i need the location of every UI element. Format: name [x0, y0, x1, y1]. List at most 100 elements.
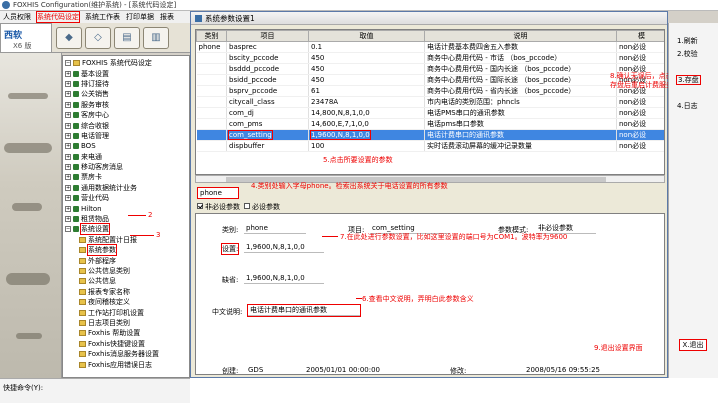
brand-name: 西软: [4, 31, 23, 41]
bell-icon[interactable]: ◇: [85, 26, 111, 49]
tree-item[interactable]: 夜间稽核定义: [65, 297, 187, 307]
menu-report[interactable]: 报表: [160, 12, 174, 22]
app-logo-icon: [2, 1, 10, 9]
tree-root[interactable]: − FOXHIS 系统代码设定: [65, 58, 187, 68]
tree-item[interactable]: + 排订接待: [65, 79, 187, 89]
col-category[interactable]: 类别: [196, 30, 227, 42]
menu-system-code[interactable]: 系统代码设定: [36, 11, 80, 23]
category-field[interactable]: phone: [244, 223, 306, 234]
table-row-selected[interactable]: com_setting 1,9600,N,8,1,0,0 电话计费串口的通讯参数 no…: [196, 129, 664, 141]
created-time: 2005/01/01 00:00:00: [306, 366, 381, 374]
tree-item-system-params[interactable]: 系统参数: [65, 244, 187, 257]
menu-user-rights[interactable]: 人员权限: [3, 12, 31, 22]
tree-item[interactable]: + 基本设置: [65, 68, 187, 78]
tree-item[interactable]: Foxhis 帮助设置: [65, 328, 187, 338]
table-row[interactable]: bsidd_pccode 450 商务中心费用代码 - 国际长途 （bos_pcco…: [196, 74, 664, 86]
annotation-7: 7.在此处进行参数设置，比如这里设置的端口号为COM1。波特率为9600: [340, 233, 568, 241]
tree-item[interactable]: + 公关销售: [65, 89, 187, 99]
node-icon: [73, 184, 79, 191]
log-button[interactable]: 4.日志: [677, 101, 698, 111]
annotation-arrow: [322, 236, 338, 237]
tree-item[interactable]: Foxhis应用错误日志: [65, 359, 187, 369]
menu-worksheet[interactable]: 系统工作表: [85, 12, 120, 22]
folder-icon: [79, 257, 86, 264]
col-mode[interactable]: 模: [616, 30, 664, 42]
node-icon: [73, 122, 79, 129]
table-row[interactable]: bsprv_pccode 61 商务中心费用代码 - 省内长途 （bos_pccod…: [196, 85, 664, 97]
annotation-arrow: [130, 235, 154, 236]
brand-version: X6 版: [13, 42, 32, 50]
annotation-4: 4.类别处输入字母phone。检索出系统关于电话设置的所有参数: [251, 182, 448, 190]
category-filter-input[interactable]: phone: [197, 187, 239, 199]
annotation-arrow: [128, 215, 146, 216]
table-row[interactable]: dispbuffer 100 实时话费滚动屏幕的缓冲记录数量 non必设: [196, 140, 664, 152]
code-tree: − FOXHIS 系统代码设定 + 基本设置 + 排订接待 + 公关销售 + 服务审核 +…: [62, 55, 190, 378]
brand-logo: 西软 X6 版: [0, 23, 52, 53]
col-item[interactable]: 项目: [226, 30, 309, 42]
tree-item[interactable]: + 客房中心: [65, 110, 187, 120]
tree-item[interactable]: + 移动客房消息: [65, 162, 187, 172]
modified-label: 修改:: [450, 367, 467, 375]
param-grid: 类别 项目 取值 说明 模 phone basprec 0.1 电话计费基本费四舍五入…: [195, 29, 665, 175]
tree-item[interactable]: + 租赁物品: [65, 214, 187, 224]
cn-desc-field[interactable]: 电话计费串口的通讯参数: [247, 304, 361, 317]
bottom-area: [190, 378, 718, 403]
tree-item[interactable]: + 来电通: [65, 152, 187, 162]
table-row[interactable]: com_dj 14,800,N,8,1,0,0 电话PMS串口的通讯参数 non必设: [196, 107, 664, 119]
folder-icon: [79, 351, 86, 358]
default-field: 1,9600,N,8,1,0,0: [244, 273, 324, 284]
command-bar: 快捷命令(Y):: [0, 378, 190, 403]
col-desc[interactable]: 说明: [424, 30, 617, 42]
exit-button[interactable]: X.退出: [679, 339, 707, 351]
menu-print[interactable]: 打印单据: [126, 12, 154, 22]
node-icon: [73, 101, 79, 108]
annotation-2: 2: [148, 211, 153, 219]
cn-desc-label: 中文说明:: [212, 308, 243, 316]
folder-icon: [79, 330, 86, 337]
tree-item[interactable]: 公共信息类别: [65, 266, 187, 276]
tree-item[interactable]: Foxhis快捷键设置: [65, 339, 187, 349]
table-row[interactable]: citycall_class 23478A 市内电话的类别范围：phncls non必…: [196, 96, 664, 108]
table-row[interactable]: phone basprec 0.1 电话计费基本费四舍五入参数 non必设: [196, 41, 664, 53]
tree-item[interactable]: + 综合收银: [65, 120, 187, 130]
category-label: 类别:: [222, 226, 239, 234]
refresh-button[interactable]: 1.刷新: [677, 36, 698, 46]
table-row[interactable]: com_pms 14,600,E,7,1,0,0 电话pms串口参数 non必设: [196, 118, 664, 130]
tree-item[interactable]: 日志项目类别: [65, 318, 187, 328]
tree-item[interactable]: + 营业代码: [65, 193, 187, 203]
created-by: GDS: [248, 366, 264, 374]
tree-item[interactable]: + 通用数据统计业务: [65, 183, 187, 193]
tree-item[interactable]: + 服务审核: [65, 100, 187, 110]
check-button[interactable]: 2.校验: [677, 49, 698, 59]
table-row[interactable]: bscity_pccode 450 商务中心费用代码 - 市话 （bos_pccod…: [196, 52, 664, 64]
app-menubar: 人员权限 系统代码设定 系统工作表 打印单据 报表: [0, 11, 190, 23]
tree-item[interactable]: 系统配置计日报: [65, 235, 187, 245]
tree-item[interactable]: 公共信息: [65, 276, 187, 286]
tree-item[interactable]: 工作站打印机设置: [65, 307, 187, 317]
required-checkbox[interactable]: 必设参数: [244, 202, 280, 212]
tree-item[interactable]: + Hilton: [65, 203, 187, 213]
nonrequired-checkbox[interactable]: 非必设参数: [197, 202, 240, 212]
default-label: 缺省:: [222, 276, 239, 284]
col-value[interactable]: 取值: [308, 30, 425, 42]
annotation-5: 5.点击所要设置的参数: [323, 156, 393, 164]
tree-item[interactable]: + 电话管理: [65, 131, 187, 141]
tree-item[interactable]: 外部程序: [65, 255, 187, 265]
dialog-titlebar: 系统参数设置1: [191, 12, 667, 25]
chart-icon[interactable]: ▤: [114, 26, 140, 49]
list-icon[interactable]: ▥: [143, 26, 169, 49]
table-row[interactable]: bsddd_pccode 450 商务中心费用代码 - 国内长途 （bos_pcco…: [196, 63, 664, 75]
created-label: 创建:: [222, 367, 239, 375]
dialog-icon: [195, 14, 202, 22]
fan-icon[interactable]: ◆: [56, 26, 82, 49]
tree-item[interactable]: 报表专家名称: [65, 287, 187, 297]
folder-icon: [79, 278, 86, 285]
folder-icon: [79, 361, 86, 368]
tree-item[interactable]: + BOS: [65, 141, 187, 151]
tree-item[interactable]: + 票房卡: [65, 172, 187, 182]
tree-item[interactable]: Foxhis消息服务器设置: [65, 349, 187, 359]
tree-item-system-settings[interactable]: − 系统设置: [65, 223, 187, 236]
save-button[interactable]: 3.存盘: [676, 75, 701, 85]
setting-field[interactable]: 1,9600,N,8,1,0,0: [244, 242, 324, 253]
node-icon: [73, 132, 79, 139]
